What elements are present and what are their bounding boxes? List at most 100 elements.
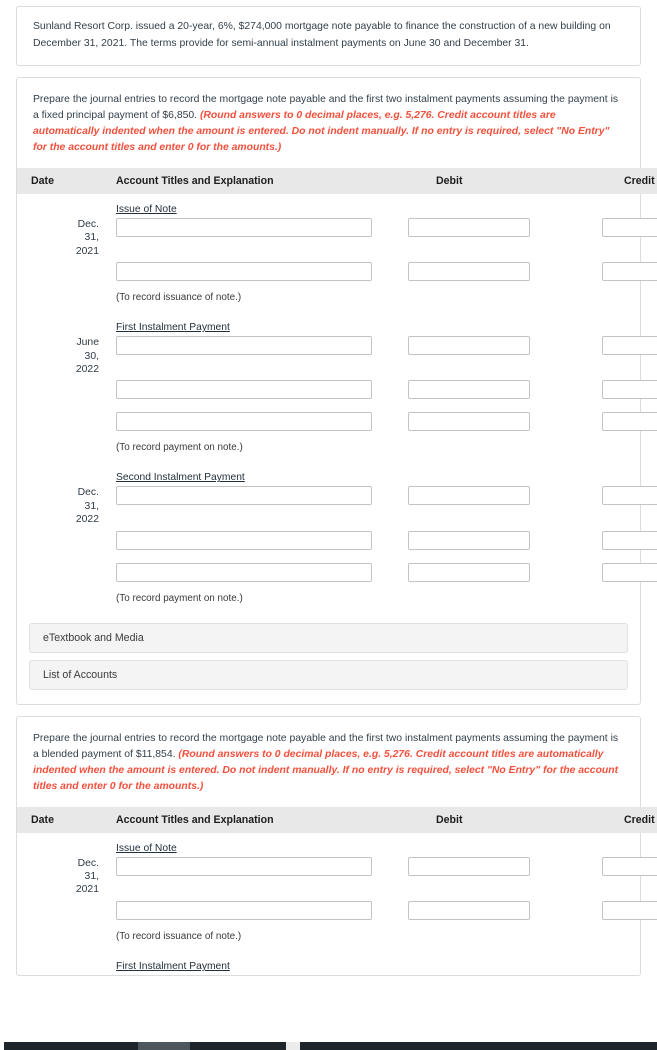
empty-date-cell [17,531,99,554]
empty-date-cell [17,194,99,218]
table-row [17,412,657,435]
credit-input-b1[interactable] [602,856,657,876]
table-body-b: Issue of Note Dec. 31, 2021 (To record i… [17,833,657,975]
caption-row-issuance-a: (To record issuance of note.) [17,285,657,312]
account-title-input-a3[interactable] [116,336,372,356]
part-a-card: Prepare the journal entries to record th… [16,77,657,705]
credit-input-a6[interactable] [602,486,657,506]
journal-entry-table-a: Date Account Titles and Explanation Debi… [17,168,657,613]
header-debit-b: Debit [436,813,463,826]
taskbar-segment-1 [4,1042,138,1050]
debit-input-a3[interactable] [408,336,530,356]
account-title-input-a6[interactable] [116,486,372,506]
taskbar-segment-2 [190,1042,286,1050]
credit-input-a8[interactable] [602,562,657,582]
empty-date-cell [17,924,99,951]
section-row-first-instalment-a: First Instalment Payment [17,312,657,336]
section-row-first-instalment-b: First Instalment Payment [17,951,657,975]
spacer [17,892,657,901]
empty-date-cell [17,563,99,586]
table-row [17,530,657,554]
spacer [17,371,657,380]
empty-date-cell [17,435,99,462]
debit-input-a4[interactable] [408,380,530,400]
spacer [17,554,657,563]
account-title-input-b2[interactable] [116,900,372,920]
account-title-input-a5[interactable] [116,412,372,432]
table-row [17,900,657,924]
table-row [17,562,657,586]
section-row-issue-of-note-a: Issue of Note [17,194,657,218]
empty-date-cell [17,262,99,285]
section-label-first-instalment-b[interactable]: First Instalment Payment [99,951,657,975]
credit-input-a1[interactable] [602,218,657,237]
taskbar-segment-3 [300,1042,657,1050]
header-credit-b: Credit [624,813,655,826]
taskbar-active-window[interactable] [138,1042,190,1050]
empty-date-cell [17,380,99,403]
table-body-a: Issue of Note Dec. 31, 2021 (To record i… [17,194,657,613]
table-header-row-b: Date Account Titles and Explanation Debi… [17,806,657,833]
credit-input-a7[interactable] [602,530,657,550]
empty-date-cell [17,586,99,613]
credit-input-a4[interactable] [602,380,657,400]
caption-row-payment-a2: (To record payment on note.) [17,586,657,613]
debit-input-a7[interactable] [408,530,530,550]
account-title-input-b1[interactable] [116,856,372,876]
caption-issuance-a: (To record issuance of note.) [116,292,242,304]
caption-row-issuance-b: (To record issuance of note.) [17,924,657,951]
credit-input-b2[interactable] [602,900,657,920]
section-label-first-instalment-a[interactable]: First Instalment Payment [99,312,657,336]
part-a-instructions: Prepare the journal entries to record th… [17,78,640,168]
header-date: Date [31,175,54,187]
part-b-instructions: Prepare the journal entries to record th… [17,717,640,807]
problem-statement-text: Sunland Resort Corp. issued a 20-year, 6… [33,21,611,49]
debit-input-b1[interactable] [408,856,530,876]
empty-date-cell [17,833,99,857]
header-account-b: Account Titles and Explanation [116,813,274,826]
section-row-issue-of-note-b: Issue of Note [17,833,657,857]
table-row: Dec. 31, 2021 [17,856,657,895]
account-title-input-a1[interactable] [116,218,372,237]
spacer [17,403,657,412]
page-root: Sunland Resort Corp. issued a 20-year, 6… [0,6,657,976]
resource-panels-a: eTextbook and Media List of Accounts [17,613,640,704]
date-cell-jun30-2022-a: June 30, 2022 [75,337,99,376]
debit-input-a6[interactable] [408,486,530,506]
account-title-input-a2[interactable] [116,262,372,282]
debit-input-a8[interactable] [408,562,530,582]
debit-input-b2[interactable] [408,900,530,920]
table-row [17,262,657,285]
debit-input-a1[interactable] [408,218,530,237]
account-title-input-a7[interactable] [116,530,372,550]
spacer [17,522,657,531]
section-label-second-instalment-a[interactable]: Second Instalment Payment [99,462,657,486]
debit-input-a2[interactable] [408,262,530,282]
credit-input-a3[interactable] [602,336,657,356]
caption-row-payment-a1: (To record payment on note.) [17,435,657,462]
account-title-input-a8[interactable] [116,562,372,582]
journal-entry-table-b: Date Account Titles and Explanation Debi… [17,806,657,975]
empty-date-cell [17,951,99,975]
table-row [17,380,657,403]
part-b-card: Prepare the journal entries to record th… [16,715,657,976]
section-label-issue-of-note-b[interactable]: Issue of Note [99,833,657,857]
caption-payment-a2: (To record payment on note.) [116,592,243,604]
empty-date-cell [17,462,99,486]
os-taskbar [0,1042,657,1050]
table-row: June 30, 2022 [17,336,657,375]
empty-date-cell [17,412,99,435]
date-cell-dec31-2022-a: Dec. 31, 2022 [75,487,99,526]
list-of-accounts-button[interactable]: List of Accounts [29,659,628,690]
credit-input-a2[interactable] [602,262,657,282]
etextbook-and-media-button[interactable]: eTextbook and Media [29,622,628,653]
header-account: Account Titles and Explanation [116,175,274,187]
taskbar-highlight[interactable] [286,1042,300,1050]
date-cell-dec31-2021-b: Dec. 31, 2021 [75,857,99,896]
date-cell-dec31-2021-a: Dec. 31, 2021 [75,219,99,257]
header-date-b: Date [31,813,54,826]
account-title-input-a4[interactable] [116,380,372,400]
credit-input-a5[interactable] [602,412,657,432]
section-label-issue-of-note-a[interactable]: Issue of Note [99,194,657,218]
debit-input-a5[interactable] [408,412,530,432]
